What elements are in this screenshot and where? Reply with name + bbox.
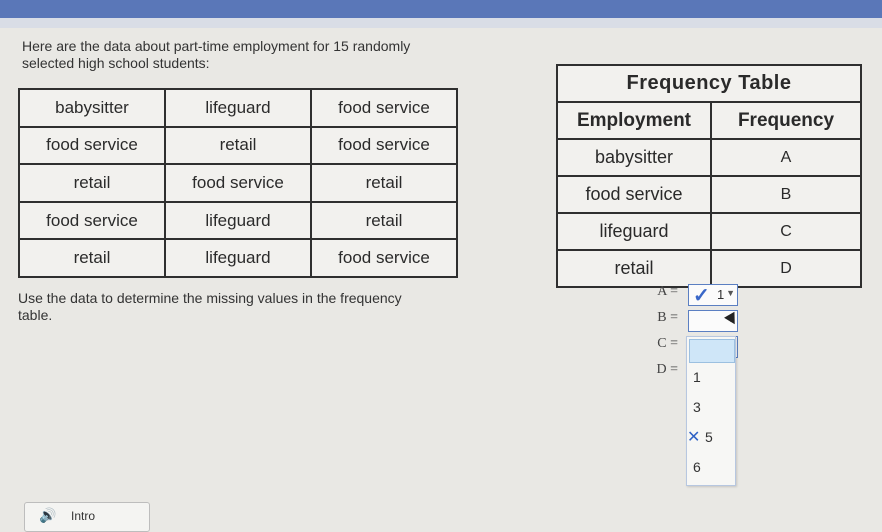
table-cell: food service: [310, 88, 458, 128]
table-row: lifeguard C: [556, 212, 862, 251]
table-row: food service B: [556, 175, 862, 214]
table-cell: food service: [18, 200, 166, 241]
employment-cell: babysitter: [556, 138, 712, 177]
answer-c-dropdown-list[interactable]: 1 3 ✕ 5 6: [686, 336, 736, 486]
table-cell: food service: [18, 125, 166, 166]
frequency-table-title: Frequency Table: [556, 64, 862, 103]
chevron-down-icon: ▼: [726, 288, 735, 298]
intro-button[interactable]: 🔊 Intro: [24, 502, 150, 532]
column-header-frequency: Frequency: [710, 101, 862, 140]
table-row: retail lifeguard food service: [18, 238, 458, 278]
dropdown-option-crossed[interactable]: 5: [705, 429, 713, 445]
table-row: food service lifeguard retail: [18, 200, 458, 241]
frequency-table-caption-row: Frequency Table: [556, 64, 862, 103]
table-cell: retail: [310, 163, 458, 203]
table-cell: retail: [164, 125, 312, 166]
answer-label: B =: [657, 310, 678, 325]
table-row: retail food service retail: [18, 163, 458, 203]
dropdown-highlight: [689, 339, 735, 363]
answer-label: A =: [657, 284, 678, 299]
frequency-table: Frequency Table Employment Frequency bab…: [556, 64, 862, 288]
table-cell: babysitter: [18, 88, 166, 128]
table-cell: food service: [310, 125, 458, 166]
answer-a-select[interactable]: ✓ 1 ▼: [688, 284, 738, 307]
table-cell: lifeguard: [164, 200, 312, 241]
table-row: retail D: [556, 249, 862, 288]
check-icon: ✓: [693, 285, 710, 307]
dropdown-option[interactable]: 1: [693, 369, 701, 385]
dropdown-option[interactable]: 3: [693, 399, 701, 415]
employment-cell: retail: [556, 249, 712, 288]
speaker-icon: 🔊: [39, 507, 57, 523]
frequency-cell: C: [710, 212, 862, 251]
answer-label: D =: [656, 362, 678, 377]
frequency-cell: D: [710, 249, 862, 288]
frequency-table-header-row: Employment Frequency: [556, 101, 862, 140]
top-bar-shade: [0, 18, 882, 28]
employment-data-table: babysitter lifeguard food service food s…: [18, 88, 458, 278]
dropdown-option[interactable]: 6: [693, 459, 701, 475]
employment-cell: food service: [556, 175, 712, 214]
table-cell: lifeguard: [164, 88, 312, 128]
table-cell: retail: [18, 238, 166, 278]
x-mark-icon: ✕: [687, 429, 701, 446]
table-cell: lifeguard: [164, 238, 312, 278]
employment-cell: lifeguard: [556, 212, 712, 251]
prompt-instruction: Use the data to determine the missing va…: [18, 290, 402, 323]
table-row: babysitter lifeguard food service: [18, 88, 458, 128]
frequency-cell: A: [710, 138, 862, 177]
column-header-employment: Employment: [556, 101, 712, 140]
intro-label: Intro: [71, 509, 96, 523]
table-row: babysitter A: [556, 138, 862, 177]
table-cell: retail: [310, 200, 458, 241]
answer-label: C =: [657, 336, 678, 351]
selected-value: 1: [717, 287, 725, 302]
table-cell: food service: [164, 163, 312, 203]
frequency-cell: B: [710, 175, 862, 214]
table-cell: food service: [310, 238, 458, 278]
table-row: food service retail food service: [18, 125, 458, 166]
top-bar: [0, 0, 882, 18]
prompt-intro: Here are the data about part-time employ…: [22, 38, 411, 71]
table-cell: retail: [18, 163, 166, 203]
